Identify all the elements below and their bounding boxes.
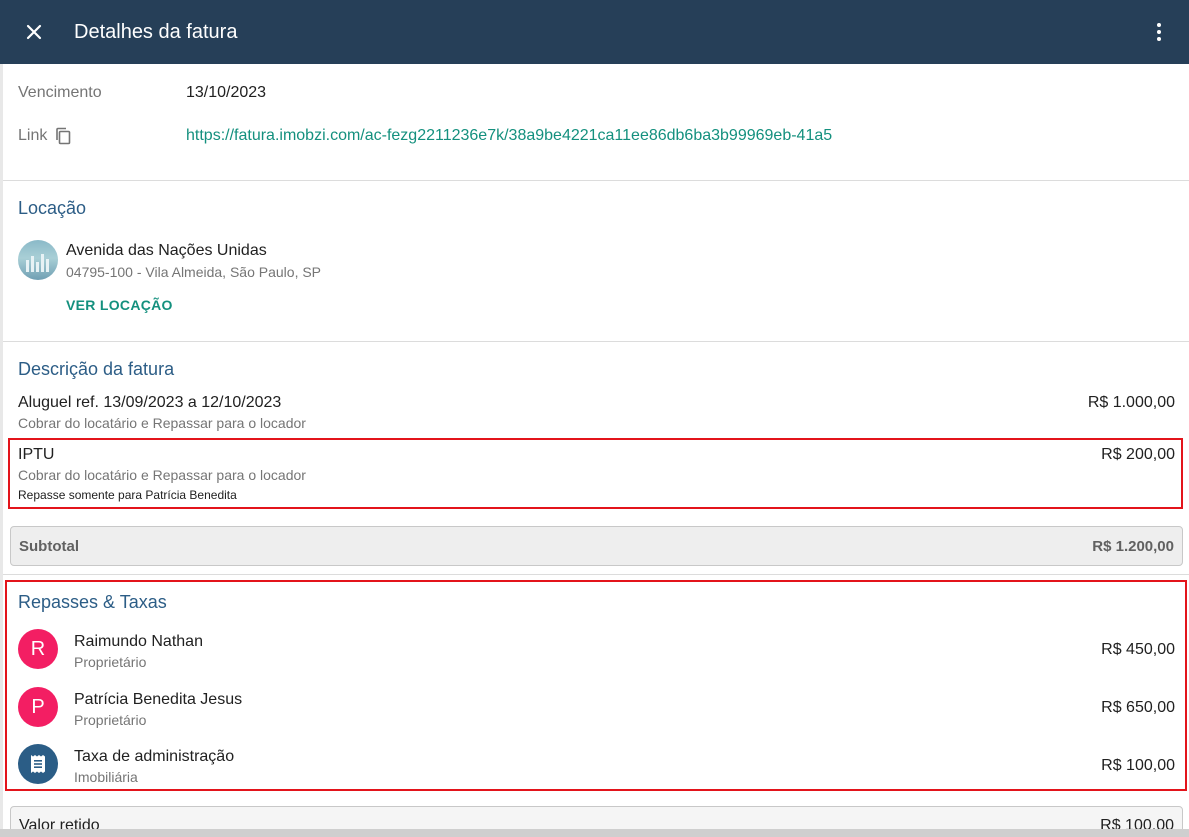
avatar: R <box>18 629 58 669</box>
link-label: Link <box>18 127 48 144</box>
property-address: 04795-100 - Vila Almeida, São Paulo, SP <box>66 264 322 280</box>
property-name: Avenida das Nações Unidas <box>66 242 267 259</box>
invoice-item-subtitle: Cobrar do locatário e Repassar para o lo… <box>18 415 306 431</box>
description-section-title: Descrição da fatura <box>18 359 175 379</box>
invoice-link[interactable]: https://fatura.imobzi.com/ac-fezg2211236… <box>186 127 832 145</box>
link-row: Link https://fatura.imobzi.com/ac-fezg22… <box>18 127 832 145</box>
close-icon[interactable] <box>22 20 46 44</box>
location-section-title: Locação <box>18 198 87 218</box>
avatar: P <box>18 687 58 727</box>
due-date-row: Vencimento 13/10/2023 <box>18 84 266 102</box>
transfers-section-title: Repasses & Taxas <box>18 592 167 612</box>
invoice-details-dialog: Detalhes da fatura Vencimento 13/10/2023… <box>0 0 1189 837</box>
divider <box>3 341 1189 342</box>
background-page-edge <box>0 829 1189 837</box>
invoice-item-title: Aluguel ref. 13/09/2023 a 12/10/2023 <box>18 394 282 411</box>
transfer-name: Patrícia Benedita Jesus <box>74 691 243 708</box>
subtotal-bar: Subtotal R$ 1.200,00 <box>10 526 1183 566</box>
transfer-role: Imobiliária <box>74 769 138 785</box>
transfer-amount: R$ 450,00 <box>1101 641 1175 658</box>
subtotal-value: R$ 1.200,00 <box>1092 537 1174 555</box>
dialog-header: Detalhes da fatura <box>0 0 1189 64</box>
due-date-value: 13/10/2023 <box>186 84 267 101</box>
subtotal-label: Subtotal <box>19 537 79 555</box>
receipt-icon <box>18 744 58 784</box>
invoice-item-note: Repasse somente para Patrícia Benedita <box>18 488 237 502</box>
transfer-role: Proprietário <box>74 654 147 670</box>
invoice-item-title: IPTU <box>18 446 55 463</box>
transfer-amount: R$ 100,00 <box>1101 757 1175 774</box>
transfer-role: Proprietário <box>74 712 147 728</box>
more-options-icon[interactable] <box>1149 20 1169 44</box>
due-date-label: Vencimento <box>18 84 102 101</box>
property-thumbnail <box>18 240 58 280</box>
transfer-name: Raimundo Nathan <box>74 633 203 650</box>
transfer-name: Taxa de administração <box>74 748 235 765</box>
copy-icon[interactable] <box>55 127 71 145</box>
divider <box>3 180 1189 181</box>
link-label-group: Link <box>18 127 186 145</box>
invoice-item-amount: R$ 200,00 <box>1101 446 1175 463</box>
invoice-item-subtitle: Cobrar do locatário e Repassar para o lo… <box>18 467 306 483</box>
divider <box>3 574 1189 575</box>
view-location-button[interactable]: VER LOCAÇÃO <box>66 297 173 313</box>
transfer-amount: R$ 650,00 <box>1101 699 1175 716</box>
dialog-title: Detalhes da fatura <box>74 20 238 43</box>
invoice-item-amount: R$ 1.000,00 <box>1087 394 1175 411</box>
